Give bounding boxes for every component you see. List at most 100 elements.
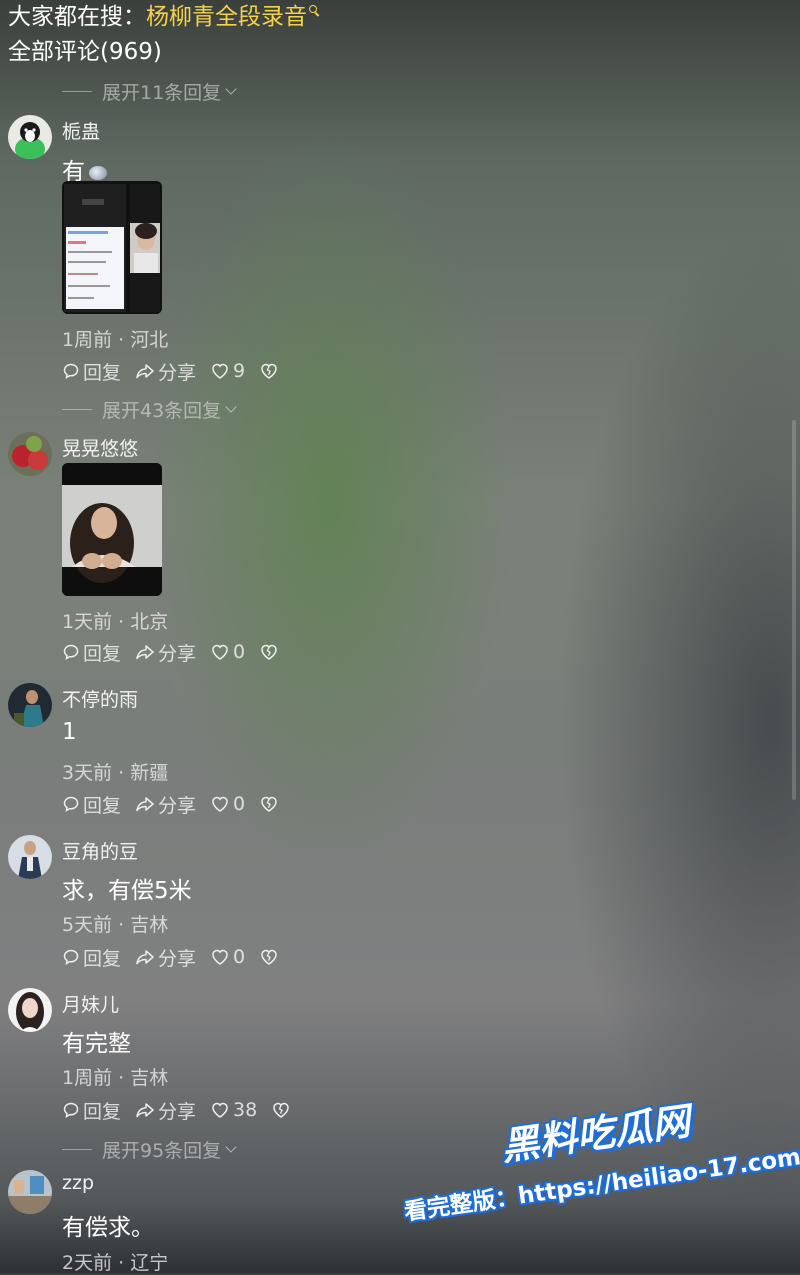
reply-button[interactable]: 回复 <box>62 791 121 818</box>
comment-meta: 5天前 · 吉林 <box>62 910 168 937</box>
comment-username[interactable]: 月妹儿 <box>62 990 119 1017</box>
comment-location: 吉林 <box>130 914 169 936</box>
trending-search-query[interactable]: 杨柳青全段录音 <box>146 4 307 30</box>
share-button[interactable]: 分享 <box>135 358 196 385</box>
comment-actions: 回复 分享 0 <box>62 639 296 665</box>
scrollbar[interactable] <box>792 420 796 800</box>
comment-actions: 回复 分享 9 <box>62 358 296 384</box>
share-button[interactable]: 分享 <box>135 791 196 818</box>
expand-replies-button[interactable]: 展开43条回复 <box>62 396 237 423</box>
chevron-down-icon <box>225 401 237 413</box>
comment-username[interactable]: 栀蛊 <box>62 117 100 144</box>
reply-label: 回复 <box>83 947 122 970</box>
avatar-dog-image <box>8 115 52 159</box>
reply-bubble-icon <box>63 949 79 965</box>
reply-bubble-icon <box>63 644 79 660</box>
avatar-dark-image <box>8 683 52 727</box>
comment-text: 1 <box>62 719 77 745</box>
comment-image[interactable] <box>62 463 162 596</box>
reply-button[interactable]: 回复 <box>62 1097 121 1124</box>
dislike-button[interactable] <box>259 948 282 966</box>
meta-separator: · <box>118 1252 125 1274</box>
share-arrow-icon <box>136 950 154 965</box>
share-arrow-icon <box>136 364 154 379</box>
trending-search-bar[interactable]: 大家都在搜：杨柳青全段录音 <box>8 2 319 32</box>
comment-text: 有完整 <box>62 1031 131 1057</box>
comment-meta: 1天前 · 北京 <box>62 607 168 634</box>
meta-separator: · <box>118 1067 125 1089</box>
comment-time: 1周前 <box>62 1067 113 1089</box>
like-count: 0 <box>233 793 246 815</box>
reply-label: 回复 <box>83 794 122 817</box>
avatar[interactable] <box>8 835 52 879</box>
share-label: 分享 <box>158 642 197 665</box>
meta-separator: · <box>118 329 125 351</box>
avatar[interactable] <box>8 432 52 476</box>
chevron-down-icon <box>225 1141 237 1153</box>
heart-icon <box>212 644 228 660</box>
search-icon[interactable] <box>309 5 319 19</box>
comment-text: 有偿求。 <box>62 1215 154 1241</box>
share-button[interactable]: 分享 <box>135 944 196 971</box>
avatar[interactable] <box>8 683 52 727</box>
comment-username[interactable]: 不停的雨 <box>62 685 138 712</box>
comment-location: 河北 <box>130 329 169 351</box>
share-label: 分享 <box>158 361 197 384</box>
comment-actions: 回复 分享 38 <box>62 1097 308 1123</box>
reply-label: 回复 <box>83 1100 122 1123</box>
like-button[interactable]: 38 <box>210 1099 257 1121</box>
broken-heart-icon <box>261 796 277 812</box>
avatar[interactable] <box>8 988 52 1032</box>
share-arrow-icon <box>136 1103 154 1118</box>
dislike-button[interactable] <box>271 1101 294 1119</box>
heart-icon <box>212 796 228 812</box>
comment-username[interactable]: 晃晃悠悠 <box>62 434 138 461</box>
reply-button[interactable]: 回复 <box>62 639 121 666</box>
like-button[interactable]: 0 <box>210 946 245 968</box>
share-button[interactable]: 分享 <box>135 639 196 666</box>
expand-replies-label: 展开11条回复 <box>102 82 222 104</box>
comment-username[interactable]: zzp <box>62 1172 94 1194</box>
meta-separator: · <box>118 611 125 633</box>
comment-time: 5天前 <box>62 914 113 936</box>
expand-replies-button[interactable]: 展开95条回复 <box>62 1136 237 1163</box>
avatar-room-image <box>8 1170 52 1214</box>
comment-meta: 3天前 · 新疆 <box>62 758 168 785</box>
comment-time: 2天前 <box>62 1252 113 1274</box>
avatar-fruit-image <box>8 432 52 476</box>
dislike-button[interactable] <box>259 362 282 380</box>
comment-count-title: 全部评论(969) <box>8 39 162 65</box>
comment-meta: 1周前 · 河北 <box>62 325 168 352</box>
reply-label: 回复 <box>83 361 122 384</box>
divider-line <box>62 1149 92 1150</box>
heart-icon <box>212 363 228 379</box>
dislike-button[interactable] <box>259 643 282 661</box>
comment-username[interactable]: 豆角的豆 <box>62 837 138 864</box>
like-count: 9 <box>233 360 246 382</box>
broken-heart-icon <box>261 644 277 660</box>
like-button[interactable]: 0 <box>210 793 245 815</box>
like-button[interactable]: 0 <box>210 641 245 663</box>
meta-separator: · <box>118 762 125 784</box>
reply-button[interactable]: 回复 <box>62 944 121 971</box>
watermark: 黑料吃瓜网 看完整版：https://heiliao-17.com <box>390 1095 800 1265</box>
portrait-photo <box>62 463 162 596</box>
comment-actions: 回复 分享 0 <box>62 944 296 970</box>
avatar-person-image <box>8 835 52 879</box>
comment-meta: 2天前 · 辽宁 <box>62 1248 168 1275</box>
reply-button[interactable]: 回复 <box>62 358 121 385</box>
avatar[interactable] <box>8 1170 52 1214</box>
heart-icon <box>212 1102 228 1118</box>
comment-image[interactable] <box>62 181 162 314</box>
expand-replies-label: 展开95条回复 <box>102 1140 222 1162</box>
comment-time: 1周前 <box>62 329 113 351</box>
comment-actions: 回复 分享 0 <box>62 791 296 817</box>
like-count: 0 <box>233 641 246 663</box>
expand-replies-button[interactable]: 展开11条回复 <box>62 78 237 105</box>
share-button[interactable]: 分享 <box>135 1097 196 1124</box>
dislike-button[interactable] <box>259 795 282 813</box>
comment-text: 求，有偿5米 <box>62 878 192 904</box>
avatar[interactable] <box>8 115 52 159</box>
share-arrow-icon <box>136 797 154 812</box>
like-button[interactable]: 9 <box>210 360 245 382</box>
